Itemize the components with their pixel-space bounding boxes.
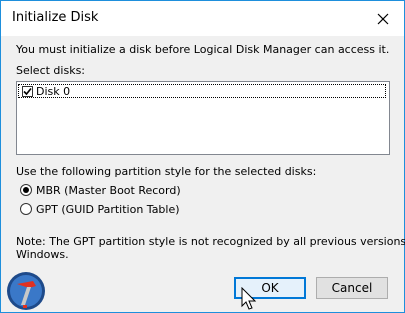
close-icon bbox=[377, 13, 389, 24]
initialize-disk-dialog: Initialize Disk You must initialize a di… bbox=[0, 0, 405, 313]
cancel-button[interactable]: Cancel bbox=[316, 277, 388, 299]
mbr-label[interactable]: MBR (Master Boot Record) bbox=[36, 184, 181, 197]
note-text-line2: Windows. bbox=[16, 248, 69, 261]
gpt-label[interactable]: GPT (GUID Partition Table) bbox=[36, 203, 180, 216]
hammer-logo-icon bbox=[7, 272, 45, 310]
note-text-line1: Note: The GPT partition style is not rec… bbox=[16, 235, 405, 248]
disk-0-checkbox[interactable] bbox=[22, 86, 33, 97]
select-disks-label: Select disks: bbox=[16, 64, 86, 77]
close-button[interactable] bbox=[362, 1, 404, 36]
checkmark-icon bbox=[23, 87, 32, 96]
mbr-radio[interactable] bbox=[20, 184, 32, 196]
disk-listbox[interactable]: Disk 0 bbox=[16, 81, 390, 155]
disk-0-label: Disk 0 bbox=[36, 85, 71, 98]
list-item-disk-0[interactable]: Disk 0 bbox=[18, 84, 386, 98]
gpt-radio[interactable] bbox=[20, 203, 32, 215]
radio-selected-dot bbox=[23, 187, 29, 193]
dialog-title: Initialize Disk bbox=[12, 10, 99, 25]
ok-button[interactable]: OK bbox=[234, 277, 306, 299]
title-bar: Initialize Disk bbox=[1, 1, 404, 36]
partition-style-label: Use the following partition style for th… bbox=[16, 165, 317, 178]
intro-text: You must initialize a disk before Logica… bbox=[16, 43, 390, 56]
